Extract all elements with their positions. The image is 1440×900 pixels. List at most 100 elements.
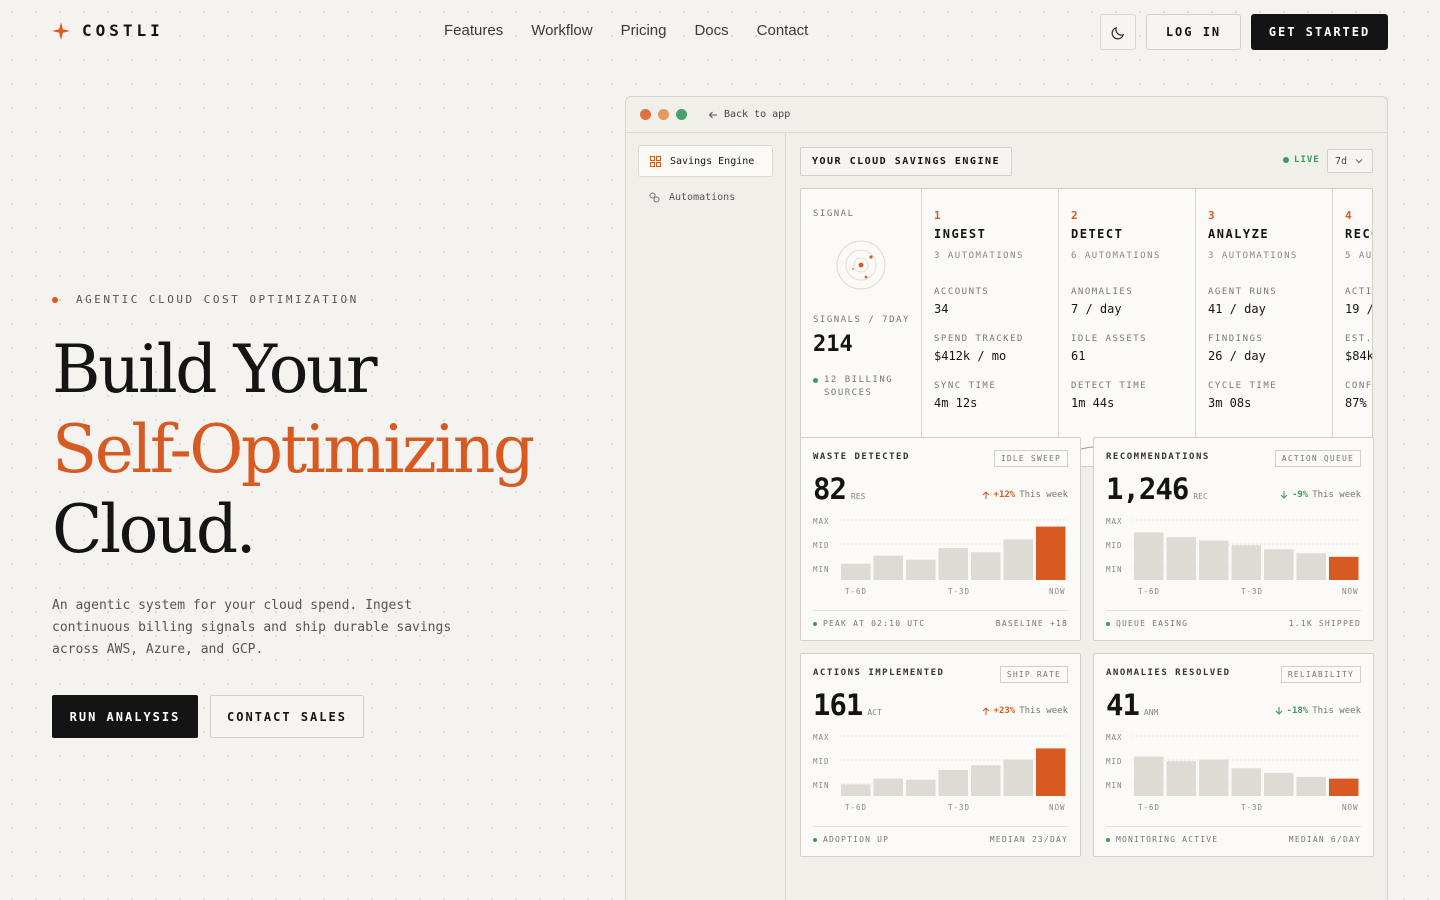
get-started-button[interactable]: GET STARTED — [1251, 14, 1388, 50]
chart-bar — [841, 784, 871, 796]
arrow-left-icon — [708, 111, 717, 118]
stage-metric: FINDINGS 26 / day — [1208, 334, 1320, 363]
chart-bar — [1003, 539, 1033, 580]
metric-label: SYNC TIME — [934, 381, 997, 391]
moon-icon — [1111, 26, 1124, 39]
axis-label-max: MAX — [813, 518, 830, 526]
sources-dot — [813, 378, 818, 383]
theme-toggle-button[interactable] — [1100, 14, 1136, 50]
metric-value: 4m 12s — [934, 396, 978, 410]
nav-pricing[interactable]: Pricing — [621, 22, 667, 39]
window-maximize-dot[interactable] — [676, 109, 687, 120]
range-value: 7d — [1335, 155, 1348, 167]
card-title: ANOMALIES RESOLVED — [1106, 668, 1231, 678]
contact-sales-button[interactable]: CONTACT SALES — [210, 695, 364, 738]
axis-tick-t6: T-6D — [1138, 803, 1160, 812]
stage-metric: AGENT RUNS 41 / day — [1208, 287, 1320, 316]
card-unit: REC — [1193, 492, 1208, 501]
stage-name: DETECT — [1071, 227, 1124, 241]
chart-bar — [906, 779, 936, 796]
sidebar-item-label: Savings Engine — [670, 155, 755, 167]
card-tag[interactable]: ACTION QUEUE — [1274, 450, 1361, 467]
stage-metric: IDLE ASSETS 61 — [1071, 334, 1183, 363]
card-tag[interactable]: RELIABILITY — [1280, 666, 1361, 683]
window-close-dot[interactable] — [640, 109, 651, 120]
card-tag[interactable]: SHIP RATE — [999, 666, 1068, 683]
axis-label-max: MAX — [1106, 734, 1123, 742]
chart-bar — [1296, 553, 1326, 580]
metric-label: DETECT TIME — [1071, 381, 1148, 391]
sidebar-item-automations[interactable]: Automations — [638, 181, 773, 213]
link-icon — [649, 192, 660, 202]
stage-automations: 3 AUTOMATIONS — [934, 251, 1024, 261]
footer-status: QUEUE EASING — [1116, 619, 1189, 628]
stage-metric: ACTI 19 / — [1345, 287, 1372, 316]
stage-automations: 3 AUTOMATIONS — [1208, 251, 1298, 261]
signal-sources: 12 BILLING SOURCES — [813, 374, 909, 400]
run-analysis-button[interactable]: RUN ANALYSIS — [52, 695, 198, 738]
grid-icon — [650, 155, 661, 167]
axis-tick-now: NOW — [1049, 803, 1066, 812]
card-number: 1,246 — [1106, 472, 1189, 506]
delta-value: -9% — [1291, 490, 1309, 500]
card-number: 82 — [813, 472, 847, 506]
card-number: 161 — [813, 688, 863, 722]
chart-bar — [938, 769, 968, 796]
nav-docs[interactable]: Docs — [694, 22, 728, 39]
nav-contact[interactable]: Contact — [757, 22, 809, 39]
chart-bar — [1231, 545, 1261, 580]
card-value: 1,246 REC — [1106, 472, 1208, 506]
delta-period: This week — [1019, 490, 1068, 500]
card-value: 41 ANM — [1106, 688, 1158, 722]
axis-label-mid: MID — [1106, 757, 1123, 766]
card-tag[interactable]: IDLE SWEEP — [993, 450, 1068, 467]
chart-bar — [1036, 526, 1066, 580]
sources-text: 12 BILLING SOURCES — [824, 375, 894, 398]
window-minimize-dot[interactable] — [658, 109, 669, 120]
chart-bar — [1134, 756, 1164, 796]
chart-bar — [1166, 761, 1196, 796]
axis-label-mid: MID — [813, 541, 830, 550]
metric-label: CONF — [1345, 381, 1373, 391]
login-button[interactable]: LOG IN — [1146, 14, 1241, 50]
range-select[interactable]: 7d — [1327, 149, 1373, 173]
axis-label-max: MAX — [813, 734, 830, 742]
card-actions-implemented[interactable]: ACTIONS IMPLEMENTED SHIP RATE 161 ACT +23% Th… — [800, 653, 1081, 857]
main-nav: Features Workflow Pricing Docs Contact — [444, 22, 808, 39]
sidebar-item-label: Automations — [669, 191, 736, 203]
metric-label: SPEND TRACKED — [934, 334, 1024, 344]
card-waste-detected[interactable]: WASTE DETECTED IDLE SWEEP 82 RES +12% This we… — [800, 437, 1081, 641]
nav-workflow[interactable]: Workflow — [531, 22, 592, 39]
chart-bar — [873, 555, 903, 580]
card-anomalies-resolved[interactable]: ANOMALIES RESOLVED RELIABILITY 41 ANM -18% Th… — [1093, 653, 1374, 857]
logo[interactable]: COSTLI — [52, 21, 164, 40]
chart-bar — [1329, 556, 1359, 580]
sparkle-icon — [52, 21, 70, 40]
stage-automations: 6 AUTOMATIONS — [1071, 251, 1161, 261]
card-recommendations[interactable]: RECOMMENDATIONS ACTION QUEUE 1,246 REC -9% Th… — [1093, 437, 1374, 641]
card-title: WASTE DETECTED — [813, 452, 910, 462]
chart-bar — [906, 559, 936, 580]
sidebar-item-savings-engine[interactable]: Savings Engine — [638, 145, 773, 177]
footer-status: MONITORING ACTIVE — [1116, 835, 1219, 844]
metric-value: 41 / day — [1208, 302, 1266, 316]
card-delta: -9% This week — [1280, 490, 1361, 500]
nav-features[interactable]: Features — [444, 22, 503, 39]
chart-bar — [1003, 759, 1033, 796]
arrow-down-icon — [1280, 490, 1288, 499]
axis-label-min: MIN — [1106, 565, 1123, 574]
card-value: 161 ACT — [813, 688, 882, 722]
axis-label-min: MIN — [813, 565, 830, 574]
back-to-app-link[interactable]: Back to app — [708, 109, 790, 120]
axis-tick-t3: T-3D — [1241, 803, 1263, 812]
card-value: 82 RES — [813, 472, 865, 506]
stage-metric: ACCOUNTS 34 — [934, 287, 1046, 316]
pipeline-panel: SIGNAL SIGNALS / 7DAY 214 12 BILLING SOU… — [800, 188, 1373, 467]
arrow-up-icon — [982, 490, 989, 499]
footer-status: ADOPTION UP — [823, 835, 890, 844]
stage-metric: CONF 87% — [1345, 381, 1373, 410]
app-sidebar: Savings Engine Automations — [626, 133, 786, 900]
radar-icon — [836, 240, 886, 290]
metric-label: CYCLE TIME — [1208, 381, 1278, 391]
chart-bar — [873, 778, 903, 796]
